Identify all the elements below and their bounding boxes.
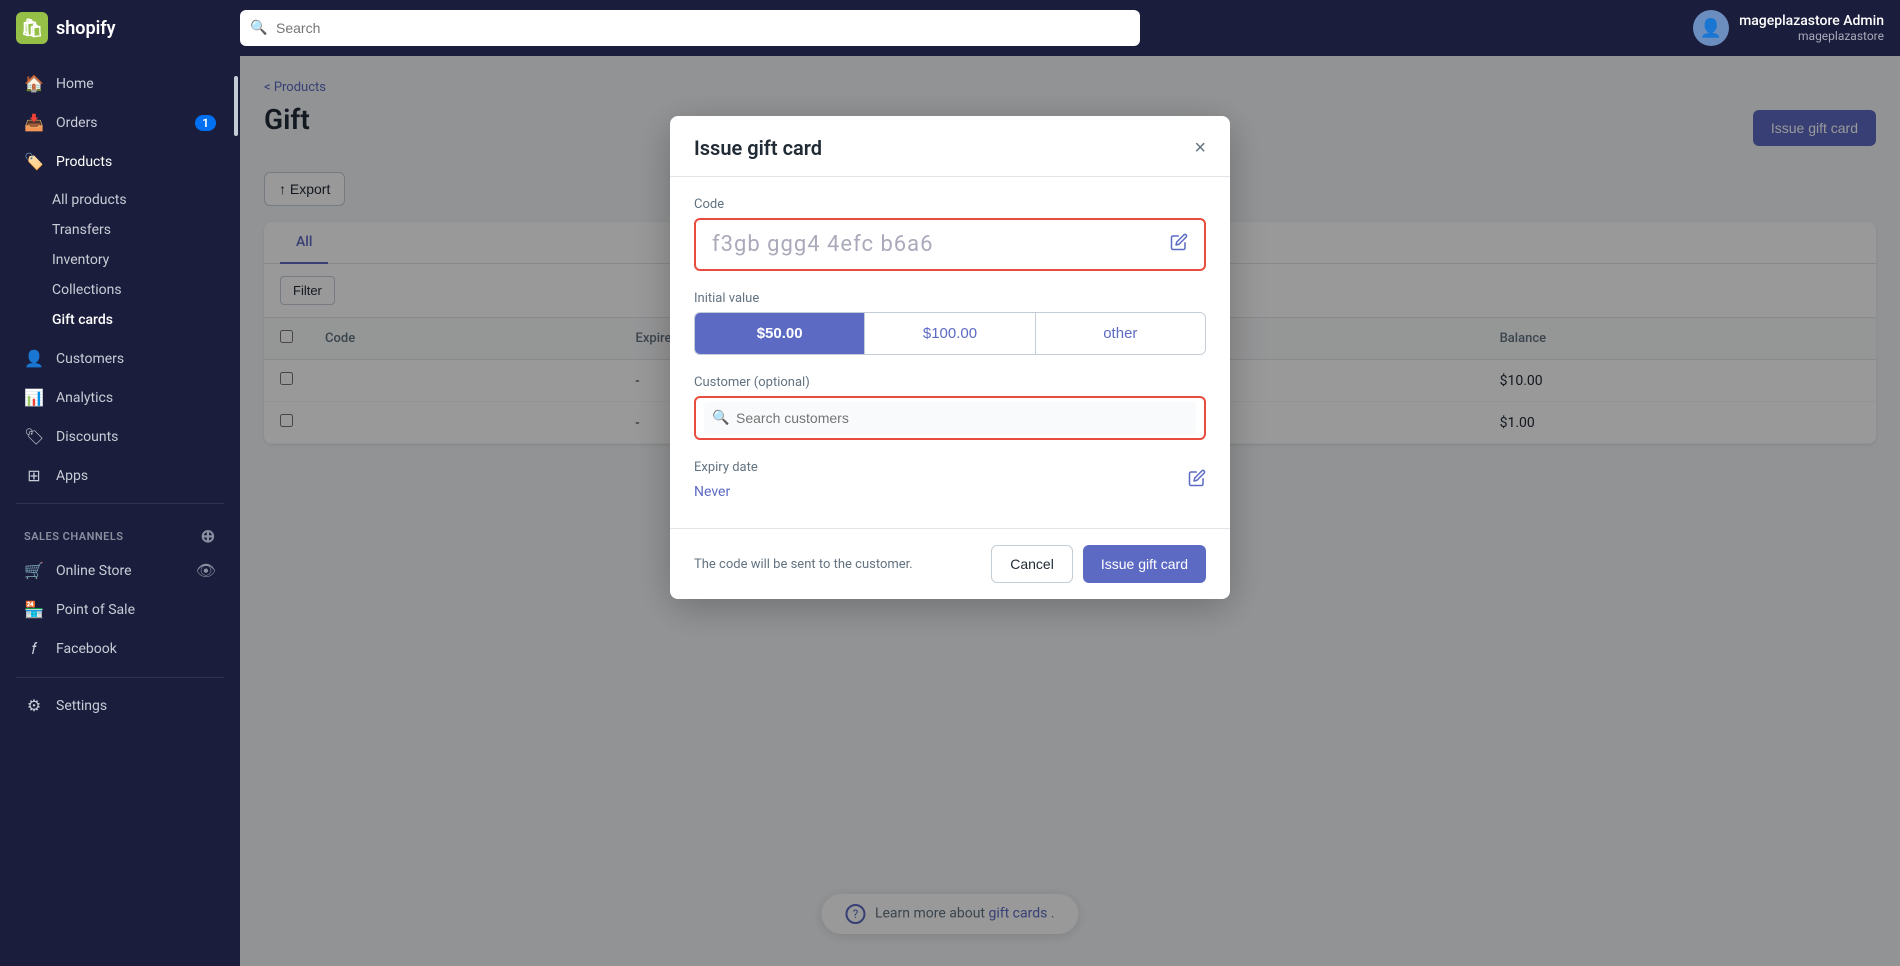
modal-title: Issue gift card [694, 136, 822, 160]
expiry-section: Expiry date Never [694, 460, 1206, 500]
modal-footer: The code will be sent to the customer. C… [670, 528, 1230, 599]
expiry-label: Expiry date [694, 460, 758, 475]
customer-section: Customer (optional) 🔍 [694, 375, 1206, 440]
customer-search-wrap: 🔍 [704, 402, 1196, 434]
edit-expiry-button[interactable] [1188, 469, 1206, 492]
search-bar-container: 🔍 [240, 10, 1140, 46]
customer-search-icon: 🔍 [712, 410, 729, 426]
user-store: mageplazastore [1739, 29, 1884, 43]
logo[interactable]: 🛍 shopify [16, 12, 216, 44]
value-option-100[interactable]: $100.00 [865, 313, 1035, 354]
initial-value-label: Initial value [694, 291, 1206, 306]
issue-button[interactable]: Issue gift card [1083, 545, 1206, 583]
logo-text: shopify [56, 18, 116, 39]
footer-note: The code will be sent to the customer. [694, 557, 913, 572]
expiry-value[interactable]: Never [694, 484, 730, 500]
user-info[interactable]: 👤 mageplazastore Admin mageplazastore [1693, 10, 1884, 46]
code-label: Code [694, 197, 1206, 212]
value-option-50[interactable]: $50.00 [695, 313, 865, 354]
value-options: $50.00 $100.00 other [694, 312, 1206, 355]
issue-gift-card-modal: Issue gift card × Code f3gb ggg4 4efc b6… [670, 116, 1230, 599]
avatar: 👤 [1693, 10, 1729, 46]
search-icon: 🔍 [250, 20, 267, 36]
edit-code-button[interactable] [1170, 233, 1188, 256]
search-input[interactable] [240, 10, 1140, 46]
modal-body: Code f3gb ggg4 4efc b6a6 Initial value $… [670, 177, 1230, 528]
pencil-icon [1170, 233, 1188, 251]
customer-search-input[interactable] [704, 402, 1196, 434]
value-option-other[interactable]: other [1036, 313, 1205, 354]
pencil-icon [1188, 469, 1206, 487]
top-navigation: 🛍 shopify 🔍 👤 mageplazastore Admin magep… [0, 0, 1900, 56]
logo-icon: 🛍 [16, 12, 48, 44]
code-value: f3gb ggg4 4efc b6a6 [712, 232, 934, 257]
expiry-row: Expiry date Never [694, 460, 1206, 500]
user-name: mageplazastore Admin [1739, 13, 1884, 29]
user-text: mageplazastore Admin mageplazastore [1739, 13, 1884, 43]
customer-label: Customer (optional) [694, 375, 1206, 390]
initial-value-section: Initial value $50.00 $100.00 other [694, 291, 1206, 355]
modal-backdrop: Issue gift card × Code f3gb ggg4 4efc b6… [0, 56, 1900, 966]
modal-header: Issue gift card × [670, 116, 1230, 177]
cancel-button[interactable]: Cancel [991, 545, 1073, 583]
footer-actions: Cancel Issue gift card [991, 545, 1206, 583]
code-box: f3gb ggg4 4efc b6a6 [694, 218, 1206, 271]
customer-box: 🔍 [694, 396, 1206, 440]
modal-close-button[interactable]: × [1194, 138, 1206, 158]
